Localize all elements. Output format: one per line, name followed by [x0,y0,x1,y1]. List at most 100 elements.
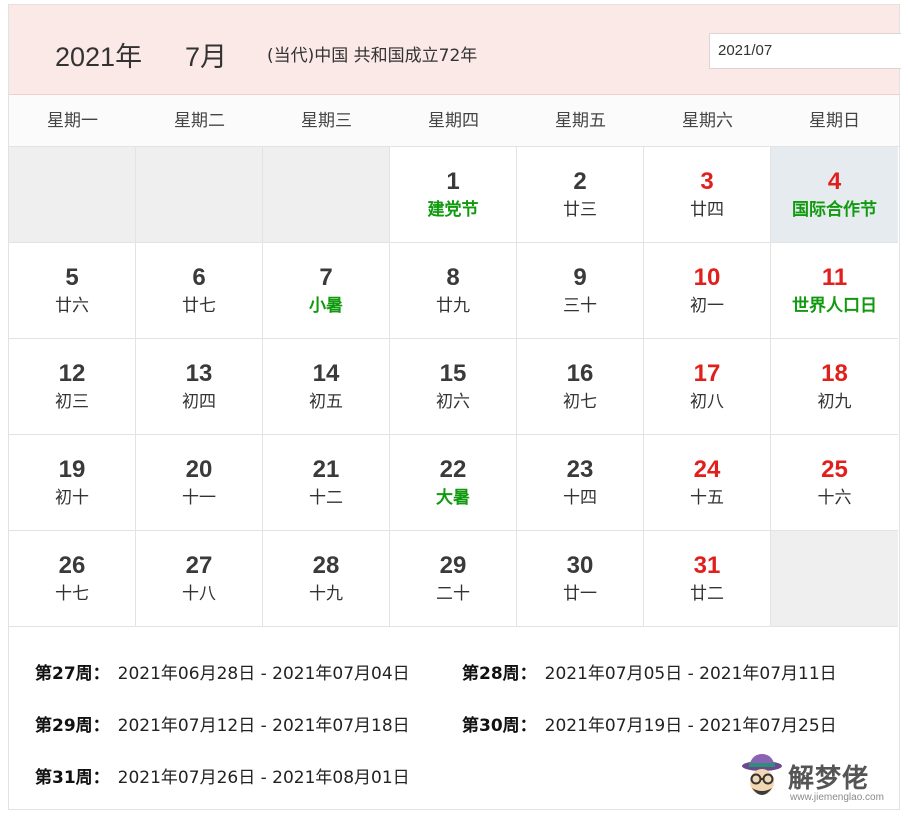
calendar-day-cell[interactable]: 28 十九 [263,531,390,627]
lunar-date-label: 十八 [182,584,216,604]
week-date-range: 2021年07月19日 - 2021年07月25日 [544,716,837,736]
lunar-date-label: 十五 [690,488,724,508]
festival-label: 小暑 [309,296,343,316]
month-picker-input[interactable]: 2021/07 [709,33,901,69]
lunar-date-label: 初九 [817,392,852,412]
week-range-item: 第29周： 2021年07月12日 - 2021年07月18日 [35,711,410,736]
calendar-day-cell[interactable]: 13 初四 [136,339,263,435]
lunar-date-label: 廿六 [55,296,89,316]
lunar-date-label: 三十 [563,296,597,316]
day-number: 16 [566,360,594,387]
calendar-day-cell[interactable]: 31 廿二 [644,531,771,627]
week-date-range: 2021年06月28日 - 2021年07月04日 [117,664,410,684]
day-number: 9 [573,264,587,291]
calendar-week-row: 5 廿六 6 廿七 7 小暑 8 廿九 9 三十 10 初一 11 世界人口日 [9,243,899,339]
lunar-date-label: 廿九 [436,296,470,316]
lunar-date-label: 十六 [817,488,852,508]
lunar-date-label: 初六 [436,392,470,412]
day-number: 23 [566,456,594,483]
week-range-item: 第30周： 2021年07月19日 - 2021年07月25日 [462,711,837,736]
calendar-week-row: 12 初三 13 初四 14 初五 15 初六 16 初七 17 初八 18 初九 [9,339,899,435]
detective-avatar-icon [742,754,782,795]
calendar-grid: 1 建党节 2 廿三 3 廿四 4 国际合作节 5 廿六 6 廿七 7 小暑 8 廿九 9 三十 10 初一 11 世界人… [9,147,899,627]
calendar-day-cell[interactable]: 6 廿七 [136,243,263,339]
festival-label: 世界人口日 [792,296,877,316]
calendar-day-cell[interactable]: 19 初十 [9,435,136,531]
lunar-date-label: 廿七 [182,296,216,316]
year-label[interactable]: 2021年 [55,35,142,74]
calendar-day-cell[interactable]: 1 建党节 [390,147,517,243]
calendar-day-cell[interactable]: 5 廿六 [9,243,136,339]
day-number: 24 [693,456,721,483]
day-number: 30 [566,552,594,579]
weekday-label: 星期六 [682,111,733,131]
lunar-date-label: 廿四 [690,200,724,220]
calendar-day-cell[interactable]: 30 廿一 [517,531,644,627]
week-range-item: 第28周： 2021年07月05日 - 2021年07月11日 [462,659,837,684]
calendar-day-cell[interactable]: 15 初六 [390,339,517,435]
lunar-date-label: 初七 [563,392,597,412]
day-number: 2 [573,168,587,195]
weekday-label: 星期四 [428,111,479,131]
festival-label: 国际合作节 [792,200,877,220]
week-date-range: 2021年07月05日 - 2021年07月11日 [544,664,837,684]
calendar-week-row: 26 十七 27 十八 28 十九 29 二十 30 廿一 31 廿二 [9,531,899,627]
calendar-day-cell[interactable]: 21 十二 [263,435,390,531]
week-number-label: 第31周： [35,768,110,788]
day-number: 19 [58,456,86,483]
week-date-range: 2021年07月12日 - 2021年07月18日 [117,716,410,736]
lunar-date-label: 十九 [309,584,343,604]
week-range-item: 第31周： 2021年07月26日 - 2021年08月01日 [35,763,410,788]
week-number-label: 第27周： [35,664,110,684]
era-subtitle: (当代)中国 共和国成立72年 [267,46,478,66]
calendar-day-cell[interactable]: 18 初九 [771,339,898,435]
day-number: 27 [185,552,213,579]
day-number: 22 [439,456,467,483]
calendar-day-cell-today[interactable]: 4 国际合作节 [771,147,898,243]
calendar-day-cell[interactable]: 8 廿九 [390,243,517,339]
lunar-date-label: 十七 [55,584,89,604]
week-number-label: 第29周： [35,716,110,736]
calendar-frame: 2021年 7月 (当代)中国 共和国成立72年 2021/07 星期一 星期二 星… [8,4,901,810]
weekday-label: 星期一 [47,111,98,131]
weekday-header-row: 星期一 星期二 星期三 星期四 星期五 星期六 星期日 [9,95,899,147]
calendar-empty-cell [9,147,136,243]
day-number: 26 [58,552,86,579]
calendar-day-cell[interactable]: 3 廿四 [644,147,771,243]
calendar-day-cell[interactable]: 14 初五 [263,339,390,435]
day-number: 11 [821,264,848,291]
day-number: 13 [185,360,213,387]
calendar-header: 2021年 7月 (当代)中国 共和国成立72年 2021/07 [9,5,901,95]
lunar-date-label: 初五 [309,392,343,412]
month-label[interactable]: 7月 [185,35,227,74]
week-date-range: 2021年07月26日 - 2021年08月01日 [117,768,410,788]
festival-label: 大暑 [436,488,470,508]
calendar-day-cell[interactable]: 20 十一 [136,435,263,531]
weekday-label: 星期三 [301,111,352,131]
day-number: 1 [446,168,460,195]
lunar-date-label: 初八 [690,392,724,412]
calendar-day-cell[interactable]: 11 世界人口日 [771,243,898,339]
calendar-day-cell[interactable]: 29 二十 [390,531,517,627]
calendar-day-cell[interactable]: 12 初三 [9,339,136,435]
calendar-day-cell[interactable]: 2 廿三 [517,147,644,243]
calendar-day-cell[interactable]: 17 初八 [644,339,771,435]
lunar-date-label: 廿三 [563,200,597,220]
weekday-label: 星期二 [174,111,225,131]
site-watermark-logo: 解梦佬 www.jiemenglao.com [740,752,900,808]
calendar-day-cell[interactable]: 23 十四 [517,435,644,531]
calendar-day-cell[interactable]: 24 十五 [644,435,771,531]
calendar-day-cell[interactable]: 27 十八 [136,531,263,627]
calendar-day-cell[interactable]: 9 三十 [517,243,644,339]
watermark-name: 解梦佬 [788,764,870,794]
day-number: 10 [693,264,721,291]
calendar-day-cell[interactable]: 25 十六 [771,435,898,531]
calendar-day-cell[interactable]: 22 大暑 [390,435,517,531]
week-range-item: 第27周： 2021年06月28日 - 2021年07月04日 [35,659,410,684]
calendar-day-cell[interactable]: 10 初一 [644,243,771,339]
calendar-day-cell[interactable]: 26 十七 [9,531,136,627]
calendar-day-cell[interactable]: 7 小暑 [263,243,390,339]
calendar-day-cell[interactable]: 16 初七 [517,339,644,435]
week-number-label: 第30周： [462,716,537,736]
day-number: 15 [439,360,467,387]
